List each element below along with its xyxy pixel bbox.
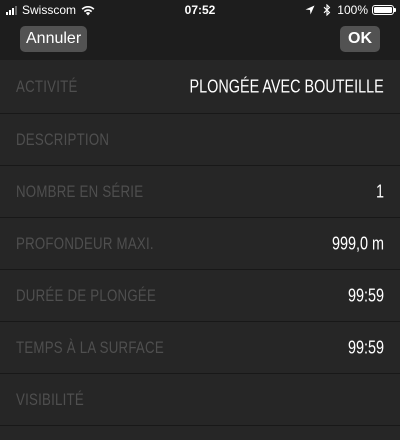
row-max-depth[interactable]: PROFONDEUR MAXI. 999,0 m bbox=[0, 218, 400, 270]
bluetooth-icon bbox=[323, 4, 331, 16]
dive-entry-screen: Swisscom 07:52 100% Annuler OK ACTIVITÉ … bbox=[0, 0, 400, 440]
battery-fill bbox=[374, 7, 392, 13]
row-label: VISIBILITÉ bbox=[16, 389, 84, 409]
row-value: 1 bbox=[375, 181, 384, 201]
row-description[interactable]: DESCRIPTION bbox=[0, 114, 400, 166]
dive-form: ACTIVITÉ PLONGÉE AVEC BOUTEILLE DESCRIPT… bbox=[0, 60, 400, 426]
row-label: DESCRIPTION bbox=[16, 129, 110, 149]
row-surface-time[interactable]: TEMPS À LA SURFACE 99:59 bbox=[0, 322, 400, 374]
status-right: 100% bbox=[305, 3, 396, 17]
location-arrow-icon bbox=[305, 5, 315, 15]
navigation-bar: Annuler OK bbox=[0, 20, 400, 60]
status-bar: Swisscom 07:52 100% bbox=[0, 0, 400, 20]
row-activity[interactable]: ACTIVITÉ PLONGÉE AVEC BOUTEILLE bbox=[0, 60, 400, 114]
battery-percent: 100% bbox=[337, 3, 368, 17]
row-label: ACTIVITÉ bbox=[16, 76, 78, 96]
row-label: DURÉE DE PLONGÉE bbox=[16, 285, 157, 305]
row-dive-duration[interactable]: DURÉE DE PLONGÉE 99:59 bbox=[0, 270, 400, 322]
row-label: TEMPS À LA SURFACE bbox=[16, 337, 164, 357]
cancel-button[interactable]: Annuler bbox=[20, 26, 87, 52]
row-value: 99:59 bbox=[347, 285, 384, 305]
row-dive-number[interactable]: NOMBRE EN SÉRIE 1 bbox=[0, 166, 400, 218]
row-value: 999,0 m bbox=[331, 233, 384, 253]
ok-button[interactable]: OK bbox=[340, 26, 380, 52]
row-label: PROFONDEUR MAXI. bbox=[16, 233, 154, 253]
battery-icon bbox=[372, 5, 396, 15]
row-visibility[interactable]: VISIBILITÉ bbox=[0, 374, 400, 426]
row-value: 99:59 bbox=[347, 337, 384, 357]
row-value: PLONGÉE AVEC BOUTEILLE bbox=[189, 76, 384, 96]
row-label: NOMBRE EN SÉRIE bbox=[16, 181, 144, 201]
